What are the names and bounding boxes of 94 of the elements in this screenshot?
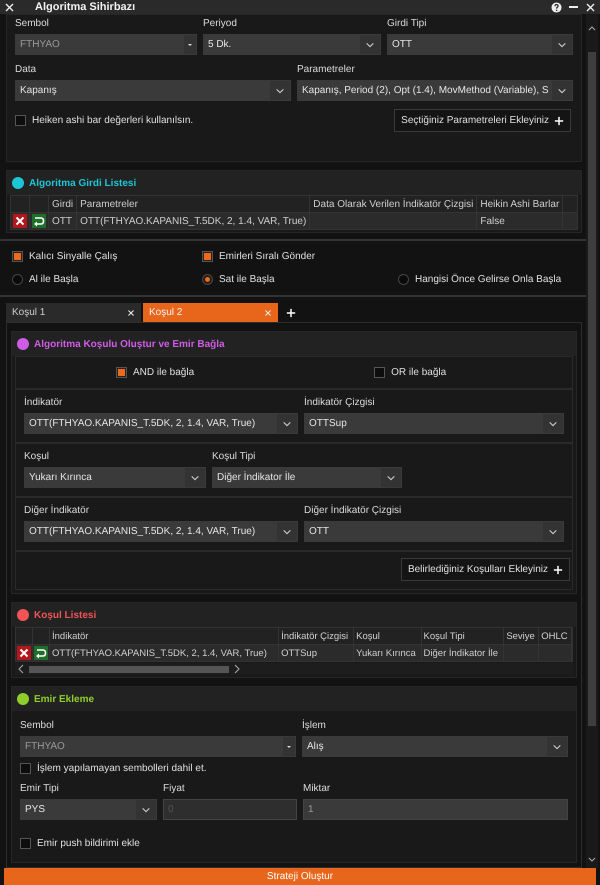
column-header: İndikatör bbox=[50, 628, 279, 644]
field-label: İndikatör Çizgisi bbox=[304, 396, 376, 409]
field-label: Data bbox=[15, 63, 38, 76]
column-header: Koşul bbox=[354, 628, 422, 644]
column-header: Koşul Tipi bbox=[421, 628, 504, 644]
column-header: OHLC bbox=[538, 628, 572, 644]
dropdown[interactable]: Kapanış, Period (2), Opt (1.4), MovMethod (Variable), S bbox=[297, 80, 573, 101]
radio-label: Al ile Başla bbox=[29, 274, 78, 285]
table-cell: OTT(FTHYAO.KAPANIS_T.5DK, 2, 1.4, VAR, True) bbox=[76, 212, 310, 230]
table-cell: OTT(FTHYAO.KAPANIS_T.5DK, 2, 1.4, VAR, True) bbox=[50, 644, 279, 662]
radio-label: Hangisi Önce Gelirse Onla Başla bbox=[415, 274, 562, 285]
table-cell: Diğer İndikator İle bbox=[421, 644, 504, 662]
close-icon bbox=[585, 2, 596, 12]
section-title: Emir Ekleme bbox=[34, 694, 94, 704]
field-label: Fiyat bbox=[163, 782, 186, 795]
radio-button[interactable] bbox=[12, 274, 23, 285]
checkbox-label: AND ile bağla bbox=[133, 367, 194, 378]
radio-button[interactable] bbox=[398, 274, 409, 285]
checkbox-label: Heiken ashi bar değerleri kullanılsın. bbox=[32, 115, 194, 126]
checkbox[interactable] bbox=[15, 115, 26, 126]
scroll-up-icon[interactable] bbox=[587, 24, 597, 32]
checkbox-label: İşlem yapılamayan sembolleri dahil et. bbox=[37, 763, 207, 774]
dropdown[interactable]: Yukarı Kırınca bbox=[24, 467, 206, 488]
table-cell: False bbox=[476, 212, 563, 230]
close-icon bbox=[264, 308, 272, 316]
field-label: Girdi Tipi bbox=[387, 17, 428, 30]
chevron-left-icon bbox=[17, 664, 25, 674]
horizontal-scrollbar[interactable] bbox=[15, 663, 573, 675]
radio-label: Sat ile Başla bbox=[219, 274, 275, 285]
input-field[interactable]: 1 bbox=[303, 799, 568, 820]
column-header: Data Olarak Verilen İndikatör Çizgisi bbox=[310, 196, 477, 212]
dropdown[interactable]: OTT bbox=[304, 521, 564, 542]
field-label: Parametreler bbox=[297, 63, 356, 76]
column-header: İndikatör Çizgisi bbox=[278, 628, 354, 644]
checkbox-label: OR ile bağla bbox=[391, 367, 446, 378]
dropdown[interactable]: OTT(FTHYAO.KAPANIS_T.5DK, 2, 1.4, VAR, True) bbox=[24, 521, 298, 542]
plus-icon[interactable] bbox=[286, 308, 296, 318]
section-title: Algoritma Koşulu Oluştur ve Emir Bağla bbox=[34, 338, 225, 350]
field-label: Sembol bbox=[20, 719, 55, 732]
section-title: Algoritma Girdi Listesi bbox=[29, 178, 136, 188]
table-cell: Yukarı Kırınca bbox=[354, 644, 422, 662]
field-label: Koşul bbox=[24, 450, 50, 463]
symbol-dropdown[interactable]: FTHYAO bbox=[20, 736, 296, 757]
checkbox-label: Emir push bildirimi ekle bbox=[37, 838, 140, 849]
minimize-icon bbox=[568, 6, 579, 8]
checkbox[interactable] bbox=[20, 838, 31, 849]
plus-icon bbox=[553, 564, 563, 574]
field-label: Miktar bbox=[303, 782, 332, 795]
close-icon bbox=[4, 2, 15, 12]
dropdown[interactable]: 5 Dk. bbox=[203, 34, 381, 55]
return-arrow-icon[interactable] bbox=[34, 646, 48, 660]
field-label: Emir Tipi bbox=[20, 782, 60, 795]
section-title: Koşul Listesi bbox=[34, 610, 96, 620]
add-button[interactable]: Belirlediğiniz Koşulları Ekleyiniz bbox=[400, 558, 570, 581]
close-icon bbox=[127, 308, 135, 316]
chevron-right-icon bbox=[233, 664, 241, 674]
field-label: Periyod bbox=[203, 17, 238, 30]
checkbox[interactable] bbox=[20, 763, 31, 774]
dropdown[interactable]: Diğer İndikator İle bbox=[212, 467, 402, 488]
table-cell: OTT bbox=[48, 212, 77, 230]
field-label: Diğer İndikatör bbox=[24, 504, 90, 517]
add-button[interactable]: Seçtiğiniz Parametreleri Ekleyiniz bbox=[394, 109, 571, 132]
column-header: Girdi bbox=[48, 196, 77, 212]
checkbox[interactable] bbox=[12, 251, 23, 262]
checkbox[interactable] bbox=[202, 251, 213, 262]
delete-icon[interactable] bbox=[17, 646, 31, 660]
dropdown[interactable]: OTTSup bbox=[304, 413, 564, 434]
checkbox-label: Emirleri Sıralı Gönder bbox=[219, 251, 316, 262]
symbol-dropdown[interactable]: FTHYAO bbox=[15, 34, 197, 55]
delete-icon[interactable] bbox=[13, 214, 27, 228]
dropdown[interactable]: PYS bbox=[20, 799, 157, 820]
checkbox-label: Kalıcı Sinyalle Çalış bbox=[29, 251, 118, 262]
scroll-down-icon[interactable] bbox=[587, 856, 597, 864]
dropdown[interactable]: Alış bbox=[302, 736, 568, 757]
plus-icon bbox=[554, 116, 564, 126]
field-label: Diğer İndikatör Çizgisi bbox=[304, 504, 402, 517]
table-cell: OTTSup bbox=[278, 644, 354, 662]
field-label: İndikatör bbox=[24, 396, 64, 409]
dropdown[interactable]: OTT bbox=[387, 34, 573, 55]
return-arrow-icon[interactable] bbox=[32, 214, 46, 228]
checkbox[interactable] bbox=[116, 367, 127, 378]
vertical-scrollbar[interactable] bbox=[586, 14, 598, 868]
field-label: Sembol bbox=[15, 17, 50, 30]
dropdown[interactable]: Kapanış bbox=[15, 80, 291, 101]
field-label: İşlem bbox=[302, 719, 327, 732]
tab[interactable]: Koşul 1 bbox=[6, 303, 141, 322]
radio-button[interactable] bbox=[202, 274, 213, 285]
field-label: Koşul Tipi bbox=[212, 450, 256, 463]
column-header: Seviye bbox=[504, 628, 539, 644]
window-title: Algoritma Sihirbazı bbox=[35, 1, 136, 13]
column-header: Heikin Ashi Barlar bbox=[476, 196, 563, 212]
column-header: Parametreler bbox=[76, 196, 310, 212]
dropdown[interactable]: OTT(FTHYAO.KAPANIS_T.5DK, 2, 1.4, VAR, True) bbox=[24, 413, 298, 434]
checkbox[interactable] bbox=[374, 367, 386, 378]
